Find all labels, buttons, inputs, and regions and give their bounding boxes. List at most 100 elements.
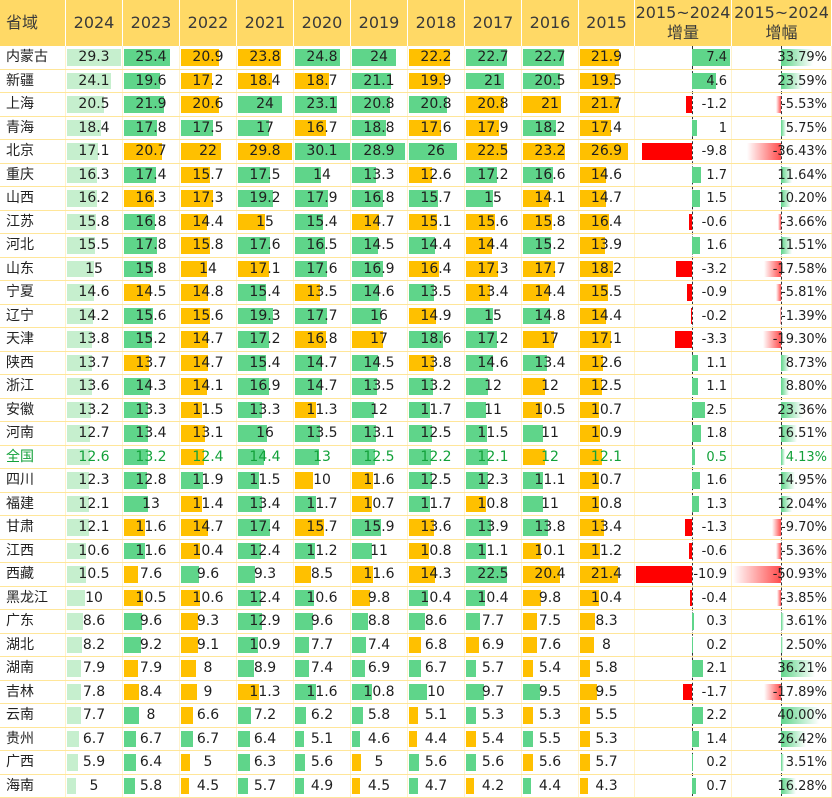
value-cell-2017: 22.5 (465, 563, 522, 586)
value-cell-2016: 5.3 (522, 704, 579, 727)
value-cell-2020: 16.5 (294, 234, 351, 257)
value-label: 11.5 (465, 422, 521, 445)
value-cell-2023: 16.3 (123, 187, 180, 210)
province-label: 河南 (0, 422, 66, 445)
value-cell-2015: 14.6 (579, 164, 635, 187)
value-cell-2021: 10.9 (237, 634, 294, 657)
value-label: 12.5 (579, 375, 634, 398)
delta-bar (692, 496, 699, 513)
header-delta-range: 2015~2024 (636, 3, 731, 23)
delta-bar (690, 590, 692, 607)
value-cell-2017: 12 (465, 375, 522, 398)
value-label: 11 (351, 540, 407, 563)
table-row: 广东8.69.69.312.99.68.88.67.77.58.30.33.61… (0, 610, 832, 634)
value-cell-2018: 13.8 (408, 352, 465, 375)
value-label: 7.6 (123, 563, 179, 586)
value-label: 14.7 (351, 211, 407, 234)
value-cell-2021: 24 (237, 93, 294, 116)
value-label: 17.3 (465, 258, 521, 281)
value-cell-2020: 8.5 (294, 563, 351, 586)
value-label: 10 (408, 681, 464, 704)
value-cell-2021: 13.4 (237, 493, 294, 516)
value-label: 6.6 (180, 704, 236, 727)
value-cell-2021: 17.4 (237, 516, 294, 539)
delta-label: 1.8 (706, 422, 727, 445)
table-row: 福建12.11311.413.411.710.711.710.81110.81.… (0, 493, 832, 517)
value-label: 5.9 (66, 751, 122, 774)
value-cell-2024: 15.5 (66, 234, 123, 257)
delta-label: 0.7 (706, 775, 727, 798)
value-label: 22.5 (465, 563, 521, 586)
pct-label: 5.75% (786, 117, 827, 140)
pct-cell: 23.59% (732, 70, 832, 93)
header-2024: 2024 (66, 0, 123, 46)
delta-cell: -0.6 (635, 211, 732, 234)
value-label: 15.1 (408, 211, 464, 234)
value-cell-2018: 4.4 (408, 728, 465, 751)
value-label: 14.9 (408, 305, 464, 328)
delta-cell: 1.1 (635, 352, 732, 375)
pct-label: 36.21% (777, 657, 827, 680)
value-label: 23.2 (522, 140, 578, 163)
value-cell-2022: 9.6 (180, 563, 237, 586)
pct-bar (772, 519, 781, 536)
value-cell-2017: 21 (465, 70, 522, 93)
value-label: 13.1 (180, 422, 236, 445)
value-cell-2015: 21.7 (579, 93, 635, 116)
value-label: 11.1 (465, 540, 521, 563)
value-cell-2019: 11 (351, 540, 408, 563)
value-cell-2018: 18.6 (408, 328, 465, 351)
value-cell-2018: 5.6 (408, 751, 465, 774)
value-label: 21 (522, 93, 578, 116)
table-row: 吉林7.88.4911.311.610.8109.79.59.5-1.7-17.… (0, 681, 832, 705)
value-label: 5.8 (579, 657, 634, 680)
value-label: 18.2 (522, 117, 578, 140)
value-label: 26.9 (579, 140, 634, 163)
value-cell-2018: 8.6 (408, 610, 465, 633)
value-label: 5.5 (522, 728, 578, 751)
delta-cell: -3.2 (635, 258, 732, 281)
value-cell-2016: 15.2 (522, 234, 579, 257)
value-label: 11.6 (123, 516, 179, 539)
value-cell-2019: 12 (351, 399, 408, 422)
value-label: 22 (180, 140, 236, 163)
delta-cell: -0.4 (635, 587, 732, 610)
value-cell-2023: 17.8 (123, 234, 180, 257)
pct-cell: 8.73% (732, 352, 832, 375)
value-cell-2017: 5.6 (465, 751, 522, 774)
value-label: 10.7 (351, 493, 407, 516)
pct-label: -17.89% (773, 681, 827, 704)
value-label: 16.2 (66, 187, 122, 210)
value-label: 14.4 (237, 446, 293, 469)
value-label: 11.6 (123, 540, 179, 563)
value-cell-2020: 10 (294, 469, 351, 492)
delta-bar (692, 637, 693, 654)
delta-bar (692, 402, 705, 419)
pct-label: -5.53% (781, 93, 827, 116)
value-label: 13.7 (123, 352, 179, 375)
pct-cell: 8.80% (732, 375, 832, 398)
delta-bar (691, 308, 692, 325)
value-cell-2022: 8 (180, 657, 237, 680)
value-label: 12.1 (465, 446, 521, 469)
value-label: 19.2 (237, 187, 293, 210)
value-cell-2017: 15 (465, 305, 522, 328)
delta-label: -1.2 (702, 93, 727, 116)
value-cell-2015: 10.9 (579, 422, 635, 445)
value-cell-2019: 13.3 (351, 164, 408, 187)
value-label: 16.8 (351, 187, 407, 210)
value-label: 5.3 (465, 704, 521, 727)
delta-cell: 0.7 (635, 775, 732, 798)
pct-label: -50.93% (773, 563, 827, 586)
value-label: 10 (294, 469, 350, 492)
value-label: 15.7 (408, 187, 464, 210)
value-label: 10 (66, 587, 122, 610)
delta-bar (692, 167, 701, 184)
value-label: 17.4 (237, 516, 293, 539)
pct-label: 40.00% (777, 704, 827, 727)
pct-label: -3.66% (781, 211, 827, 234)
value-cell-2017: 11.1 (465, 540, 522, 563)
value-label: 9.6 (123, 610, 179, 633)
value-cell-2015: 12.5 (579, 375, 635, 398)
value-cell-2015: 18.2 (579, 258, 635, 281)
